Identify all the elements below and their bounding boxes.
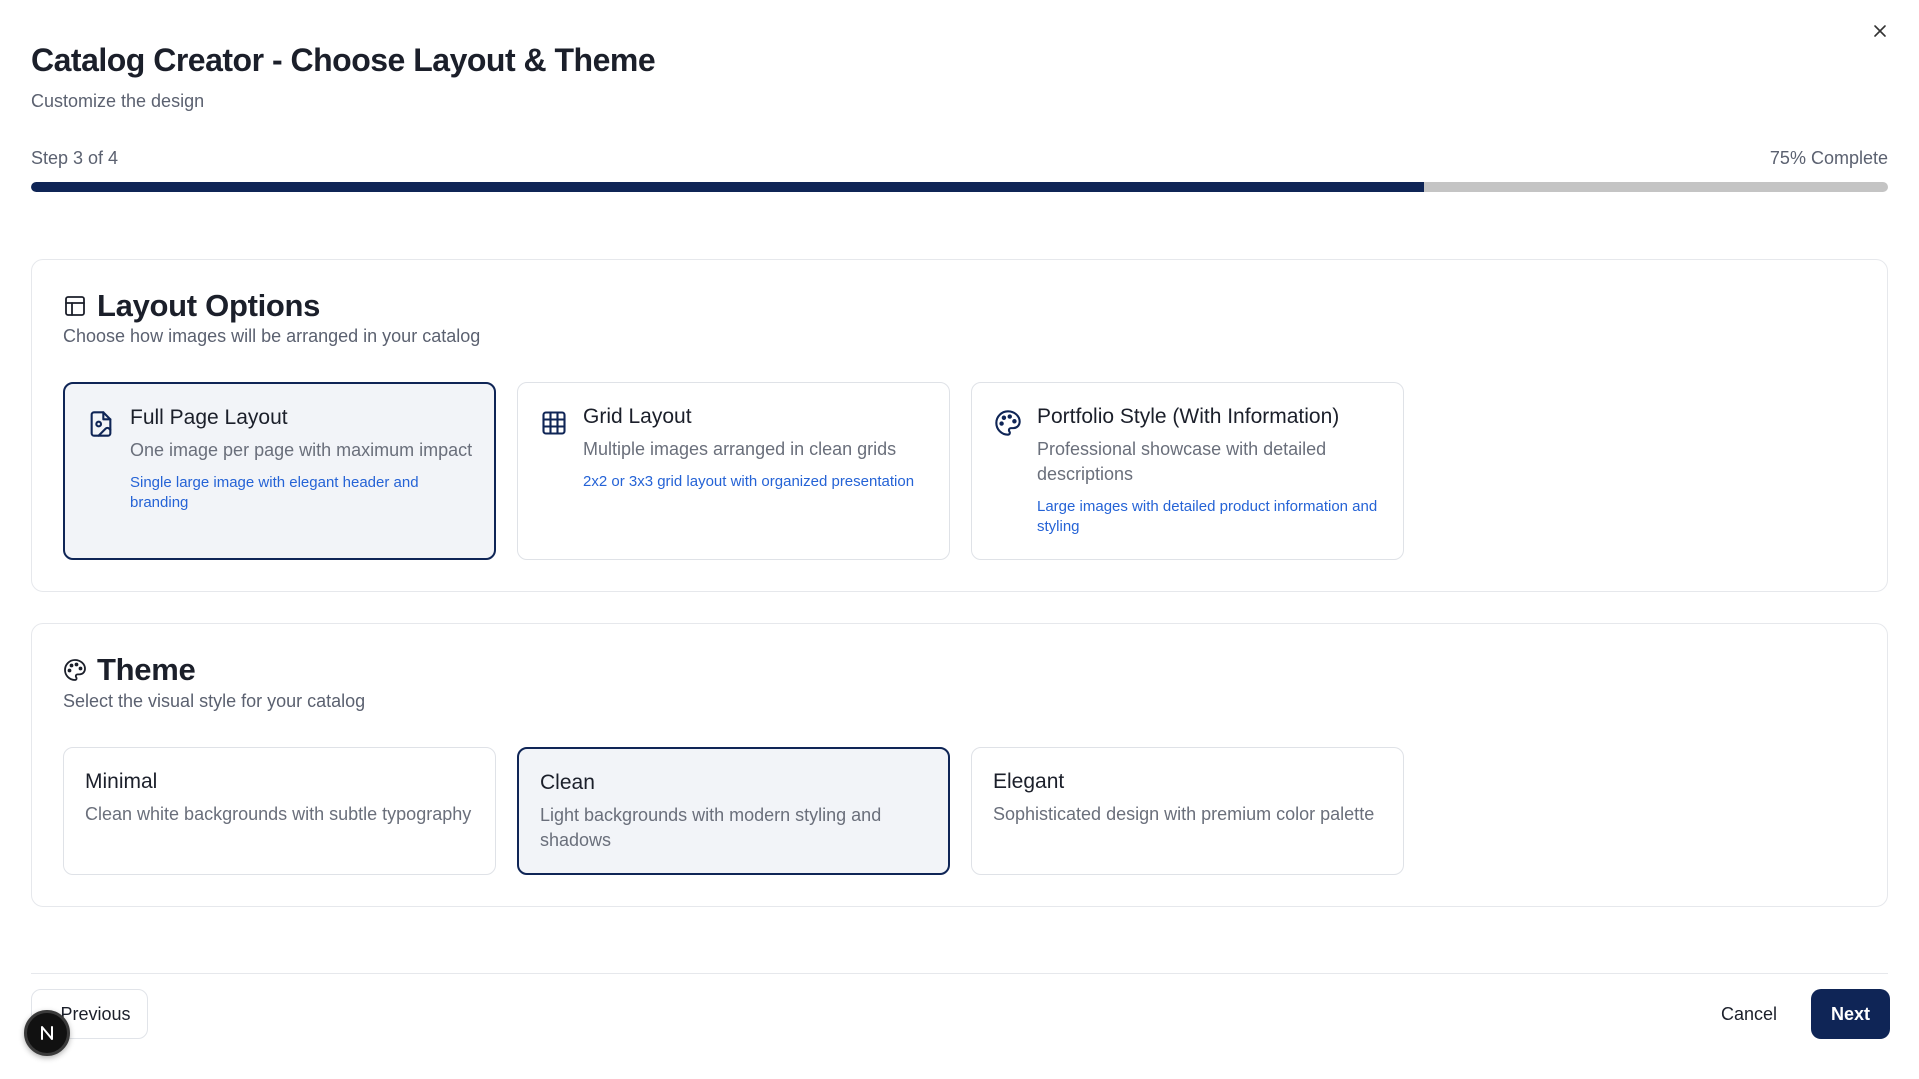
percent-label: 75% Complete: [1769, 148, 1888, 168]
dialog-subtitle: Customize the design: [31, 91, 205, 111]
layout-option-content: Grid Layout Multiple images arranged in …: [583, 405, 931, 492]
layout-options-section: Layout Options Choose how images will be…: [31, 259, 1888, 592]
next-button[interactable]: Next: [1811, 989, 1890, 1039]
theme-section: Theme Select the visual style for your c…: [31, 623, 1888, 907]
theme-section-title: Theme: [97, 652, 196, 687]
dialog-header: Catalog Creator - Choose Layout & Theme …: [31, 42, 656, 112]
theme-section-description: Select the visual style for your catalog: [63, 691, 366, 711]
layout-option-portfolio[interactable]: Portfolio Style (With Information) Profe…: [971, 382, 1404, 560]
dialog-title: Catalog Creator - Choose Layout & Theme: [31, 42, 656, 78]
layout-option-list: Full Page Layout One image per page with…: [63, 382, 1404, 560]
close-icon: [1874, 25, 1886, 37]
n-logo-icon: [41, 1026, 53, 1040]
theme-option-elegant[interactable]: Elegant Sophisticated design with premiu…: [971, 747, 1404, 875]
layout-option-title: Full Page Layout: [130, 406, 288, 429]
layout-option-full-page[interactable]: Full Page Layout One image per page with…: [63, 382, 496, 560]
layout-section-description: Choose how images will be arranged in yo…: [63, 326, 481, 346]
theme-section-heading: Theme: [63, 652, 196, 688]
theme-option-title: Clean: [540, 771, 595, 794]
theme-option-content: Minimal Clean white backgrounds with sub…: [85, 770, 477, 827]
layout-option-description: One image per page with maximum impact: [130, 440, 473, 460]
layout-icon: [65, 296, 85, 316]
theme-option-content: Clean Light backgrounds with modern styl…: [540, 771, 930, 853]
layout-option-note: Large images with detailed product infor…: [1037, 498, 1378, 535]
layout-option-note: Single large image with elegant header a…: [130, 474, 419, 511]
layout-option-content: Full Page Layout One image per page with…: [130, 406, 476, 513]
theme-option-minimal[interactable]: Minimal Clean white backgrounds with sub…: [63, 747, 496, 875]
progress-labels: Step 3 of 4 75% Complete: [31, 148, 1888, 169]
grid-icon: [542, 411, 566, 435]
footer-divider: [31, 973, 1888, 974]
palette-icon: [64, 659, 86, 681]
theme-option-clean[interactable]: Clean Light backgrounds with modern styl…: [517, 747, 950, 875]
progress-bar: [31, 182, 1888, 192]
layout-option-title: Portfolio Style (With Information): [1037, 405, 1340, 428]
layout-section-heading: Layout Options: [63, 288, 320, 324]
theme-option-title: Elegant: [993, 770, 1065, 793]
theme-option-title: Minimal: [85, 770, 158, 793]
theme-option-description: Light backgrounds with modern styling an…: [540, 805, 882, 850]
layout-section-title: Layout Options: [97, 288, 321, 323]
progress-fill: [31, 182, 1424, 192]
palette-icon: [995, 410, 1021, 436]
layout-option-content: Portfolio Style (With Information) Profe…: [1037, 405, 1385, 537]
layout-option-description: Professional showcase with detailed desc…: [1037, 439, 1327, 484]
layout-option-description: Multiple images arranged in clean grids: [583, 439, 897, 459]
dev-tools-badge[interactable]: [24, 1010, 70, 1056]
layout-option-grid[interactable]: Grid Layout Multiple images arranged in …: [517, 382, 950, 560]
layout-option-note: 2x2 or 3x3 grid layout with organized pr…: [583, 473, 915, 490]
cancel-button[interactable]: Cancel: [1697, 989, 1801, 1039]
theme-option-list: Minimal Clean white backgrounds with sub…: [63, 747, 1404, 875]
step-label: Step 3 of 4: [31, 148, 119, 168]
close-button[interactable]: [1869, 20, 1891, 42]
theme-option-description: Sophisticated design with premium color …: [993, 804, 1375, 824]
theme-option-description: Clean white backgrounds with subtle typo…: [85, 804, 472, 824]
image-file-icon: [90, 411, 112, 437]
layout-option-title: Grid Layout: [583, 405, 692, 428]
theme-option-content: Elegant Sophisticated design with premiu…: [993, 770, 1385, 827]
